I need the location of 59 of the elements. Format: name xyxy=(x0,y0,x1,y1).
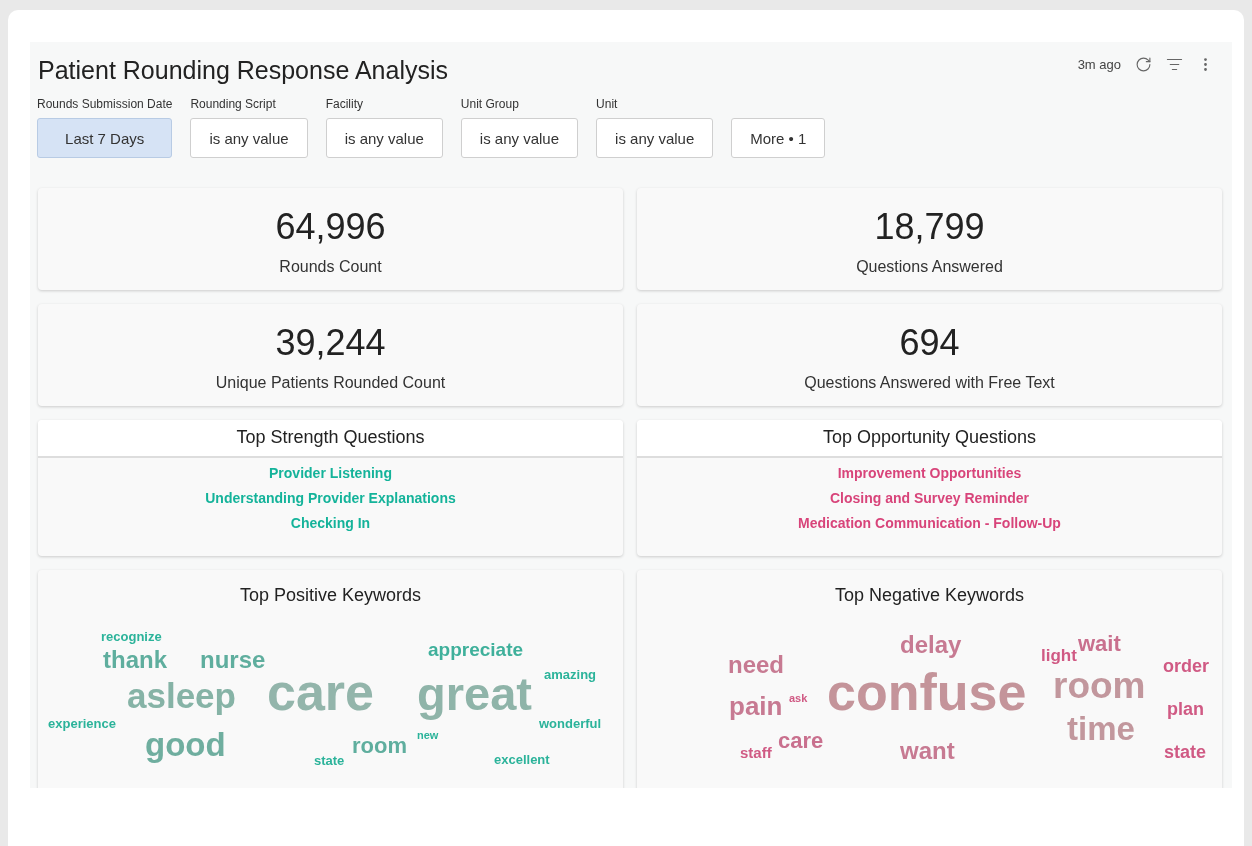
metric-label: Questions Answered with Free Text xyxy=(804,374,1055,392)
keyword: good xyxy=(145,728,226,761)
keyword: ask xyxy=(789,693,808,704)
filter-button[interactable]: is any value xyxy=(190,118,308,158)
keyword: nurse xyxy=(200,648,266,672)
metric-value: 694 xyxy=(899,322,960,364)
keyword: state xyxy=(1164,743,1207,761)
filter-label: Rounding Script xyxy=(190,97,277,111)
keyword: confuse xyxy=(827,666,1027,718)
keyword: thank xyxy=(103,648,167,672)
keyword: order xyxy=(1163,657,1209,675)
keyword: time xyxy=(1067,712,1135,745)
keyword: room xyxy=(1053,667,1146,704)
metric-value: 64,996 xyxy=(275,206,386,248)
keyword: care xyxy=(267,666,374,718)
card-title: Top Positive Keywords xyxy=(239,585,422,606)
card-title: Top Negative Keywords xyxy=(834,585,1025,606)
filter-button[interactable]: Last 7 Days xyxy=(37,118,173,158)
filter-button[interactable]: is any value xyxy=(596,118,714,158)
question-link[interactable]: Medication Communication - Follow-Up xyxy=(798,515,1061,531)
filter-icon[interactable] xyxy=(1166,56,1183,73)
filter-label: Rounds Submission Date xyxy=(37,97,173,111)
keyword: experience xyxy=(48,717,116,730)
keyword: wonderful xyxy=(539,717,602,730)
metric-value: 39,244 xyxy=(275,322,386,364)
keyword: need xyxy=(728,653,784,677)
metric-label: Rounds Count xyxy=(279,258,382,276)
keyword: light xyxy=(1041,647,1077,664)
dashboard-title: Patient Rounding Response Analysis xyxy=(38,56,448,85)
keyword: new xyxy=(417,730,439,741)
keyword: plan xyxy=(1167,700,1204,718)
metric-value: 18,799 xyxy=(874,206,985,248)
filter-button[interactable]: is any value xyxy=(325,118,443,158)
keyword: recognize xyxy=(101,630,162,643)
metric-label: Questions Answered xyxy=(856,258,1003,276)
keyword: excellent xyxy=(494,753,550,766)
more-filters-button[interactable]: More • 1 xyxy=(731,118,826,158)
question-link[interactable]: Closing and Survey Reminder xyxy=(829,490,1030,506)
card-title: Top Strength Questions xyxy=(38,420,623,458)
keyword: wait xyxy=(1078,633,1121,655)
card-title: Top Opportunity Questions xyxy=(637,420,1222,458)
keyword: care xyxy=(778,730,824,752)
filter-label: Unit xyxy=(596,97,619,111)
keyword: room xyxy=(352,735,407,757)
filter-label: Facility xyxy=(325,97,364,111)
keyword: asleep xyxy=(127,678,236,713)
keyword: delay xyxy=(900,633,962,657)
keyword: appreciate xyxy=(428,640,524,659)
keyword: amazing xyxy=(544,668,596,681)
keyword: state xyxy=(314,754,345,767)
last-updated-text: 3m ago xyxy=(1077,57,1121,72)
filter-button[interactable]: is any value xyxy=(460,118,579,158)
keyword: want xyxy=(900,739,955,763)
filter-label: Unit Group xyxy=(460,97,520,111)
question-link[interactable]: Improvement Opportunities xyxy=(837,465,1022,481)
metric-label: Unique Patients Rounded Count xyxy=(215,374,446,392)
refresh-icon[interactable] xyxy=(1135,56,1152,73)
keyword: staff xyxy=(740,745,772,760)
keyword: pain xyxy=(729,693,783,719)
